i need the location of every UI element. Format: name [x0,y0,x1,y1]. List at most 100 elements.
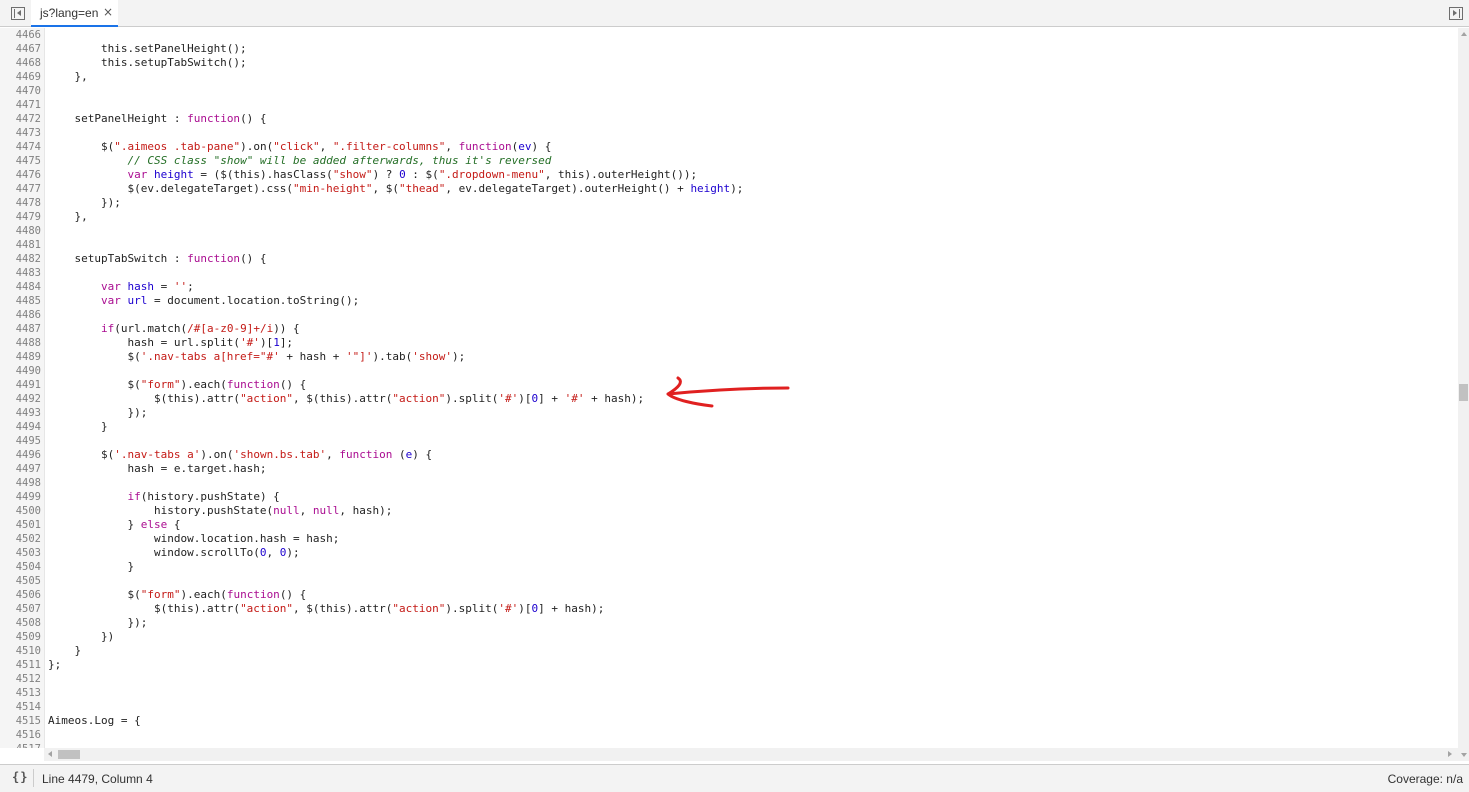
code-line[interactable]: 4478 }); [0,196,1458,210]
line-number[interactable]: 4493 [0,406,41,420]
code-line[interactable]: 4473 [0,126,1458,140]
code-line[interactable]: 4489 $('.nav-tabs a[href="#' + hash + '"… [0,350,1458,364]
code-line[interactable]: 4514 [0,700,1458,714]
line-number[interactable]: 4481 [0,238,41,252]
line-number[interactable]: 4492 [0,392,41,406]
code-line[interactable]: 4501 } else { [0,518,1458,532]
line-number[interactable]: 4503 [0,546,41,560]
line-number[interactable]: 4479 [0,210,41,224]
code-line[interactable]: 4483 [0,266,1458,280]
horizontal-scroll-thumb[interactable] [58,750,80,759]
line-number[interactable]: 4496 [0,448,41,462]
line-number[interactable]: 4470 [0,84,41,98]
line-number[interactable]: 4466 [0,28,41,42]
line-number[interactable]: 4489 [0,350,41,364]
line-number[interactable]: 4506 [0,588,41,602]
line-number[interactable]: 4471 [0,98,41,112]
code-line[interactable]: 4494 } [0,420,1458,434]
code-line[interactable]: 4467 this.setPanelHeight(); [0,42,1458,56]
code-line[interactable]: 4468 this.setupTabSwitch(); [0,56,1458,70]
vertical-scroll-thumb[interactable] [1459,384,1468,401]
code-line[interactable]: 4482 setupTabSwitch : function() { [0,252,1458,266]
code-line[interactable]: 4471 [0,98,1458,112]
code-line[interactable]: 4477 $(ev.delegateTarget).css("min-heigh… [0,182,1458,196]
show-navigator-icon[interactable] [11,7,25,20]
code-line[interactable]: 4512 [0,672,1458,686]
line-number[interactable]: 4499 [0,490,41,504]
line-number[interactable]: 4507 [0,602,41,616]
file-tab[interactable]: js?lang=en × [31,0,118,27]
code-line[interactable]: 4516 [0,728,1458,742]
scroll-up-icon[interactable] [1461,32,1467,36]
line-number[interactable]: 4484 [0,280,41,294]
line-number[interactable]: 4468 [0,56,41,70]
line-number[interactable]: 4511 [0,658,41,672]
code-line[interactable]: 4485 var url = document.location.toStrin… [0,294,1458,308]
close-icon[interactable]: × [103,5,113,19]
code-line[interactable]: 4503 window.scrollTo(0, 0); [0,546,1458,560]
scroll-left-icon[interactable] [48,751,52,757]
pretty-print-icon[interactable]: {} [12,770,28,784]
line-number[interactable]: 4512 [0,672,41,686]
code-line[interactable]: 4487 if(url.match(/#[a-z0-9]+/i)) { [0,322,1458,336]
horizontal-scrollbar[interactable] [44,748,1458,761]
line-number[interactable]: 4473 [0,126,41,140]
line-number[interactable]: 4486 [0,308,41,322]
line-number[interactable]: 4478 [0,196,41,210]
code-line[interactable]: 4488 hash = url.split('#')[1]; [0,336,1458,350]
line-number[interactable]: 4495 [0,434,41,448]
line-number[interactable]: 4475 [0,154,41,168]
code-line[interactable]: 4499 if(history.pushState) { [0,490,1458,504]
code-line[interactable]: 4508 }); [0,616,1458,630]
line-number[interactable]: 4510 [0,644,41,658]
line-number[interactable]: 4467 [0,42,41,56]
code-line[interactable]: 4510 } [0,644,1458,658]
code-line[interactable]: 4479 }, [0,210,1458,224]
line-number[interactable]: 4517 [0,742,41,748]
code-line[interactable]: 4480 [0,224,1458,238]
line-number[interactable]: 4509 [0,630,41,644]
code-line[interactable]: 4466 [0,28,1458,42]
line-number[interactable]: 4476 [0,168,41,182]
code-line[interactable]: 4500 history.pushState(null, null, hash)… [0,504,1458,518]
code-line[interactable]: 4486 [0,308,1458,322]
code-line[interactable]: 4474 $(".aimeos .tab-pane").on("click", … [0,140,1458,154]
code-line[interactable]: 4481 [0,238,1458,252]
line-number[interactable]: 4502 [0,532,41,546]
line-number[interactable]: 4498 [0,476,41,490]
line-number[interactable]: 4515 [0,714,41,728]
line-number[interactable]: 4513 [0,686,41,700]
code-line[interactable]: 4513 [0,686,1458,700]
code-line[interactable]: 4506 $("form").each(function() { [0,588,1458,602]
code-line[interactable]: 4470 [0,84,1458,98]
line-number[interactable]: 4474 [0,140,41,154]
line-number[interactable]: 4514 [0,700,41,714]
code-line[interactable]: 4511}; [0,658,1458,672]
line-number[interactable]: 4477 [0,182,41,196]
line-number[interactable]: 4472 [0,112,41,126]
code-line[interactable]: 4484 var hash = ''; [0,280,1458,294]
line-number[interactable]: 4516 [0,728,41,742]
line-number[interactable]: 4501 [0,518,41,532]
code-line[interactable]: 4498 [0,476,1458,490]
line-number[interactable]: 4491 [0,378,41,392]
code-line[interactable]: 4472 setPanelHeight : function() { [0,112,1458,126]
vertical-scrollbar[interactable] [1458,28,1469,761]
code-line[interactable]: 4497 hash = e.target.hash; [0,462,1458,476]
line-number[interactable]: 4505 [0,574,41,588]
line-number[interactable]: 4485 [0,294,41,308]
code-line[interactable]: 4504 } [0,560,1458,574]
scroll-right-icon[interactable] [1448,751,1452,757]
line-number[interactable]: 4490 [0,364,41,378]
line-number[interactable]: 4504 [0,560,41,574]
line-number[interactable]: 4483 [0,266,41,280]
code-line[interactable]: 4505 [0,574,1458,588]
show-debugger-icon[interactable] [1449,7,1463,20]
line-number[interactable]: 4494 [0,420,41,434]
line-number[interactable]: 4469 [0,70,41,84]
line-number[interactable]: 4497 [0,462,41,476]
code-line[interactable]: 4496 $('.nav-tabs a').on('shown.bs.tab',… [0,448,1458,462]
line-number[interactable]: 4500 [0,504,41,518]
line-number[interactable]: 4508 [0,616,41,630]
code-line[interactable]: 4476 var height = ($(this).hasClass("sho… [0,168,1458,182]
